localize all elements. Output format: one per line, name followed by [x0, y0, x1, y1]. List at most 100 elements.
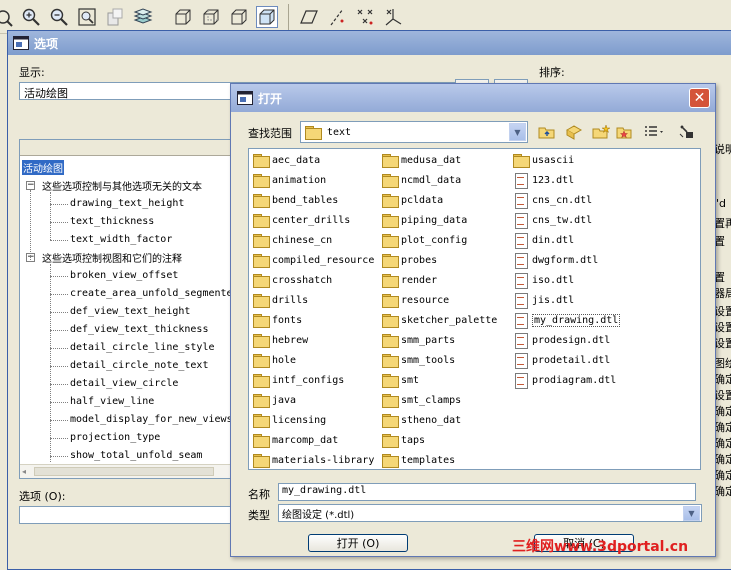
- file-item[interactable]: prodesign.dtl: [513, 331, 610, 349]
- file-item[interactable]: prodetail.dtl: [513, 351, 610, 369]
- folder-item[interactable]: ncmdl_data: [382, 171, 461, 189]
- folder-item[interactable]: smt_clamps: [382, 391, 461, 409]
- folder-item[interactable]: pcldata: [382, 191, 443, 209]
- folder-item[interactable]: center_drills: [253, 211, 350, 229]
- tree-item[interactable]: text_thickness: [70, 216, 154, 227]
- folder-item[interactable]: taps: [382, 431, 425, 449]
- folder-item[interactable]: materials-library: [253, 451, 374, 469]
- folder-item[interactable]: chinese_cn: [253, 231, 332, 249]
- file-name: usascii: [532, 154, 575, 166]
- folder-item[interactable]: bend_tables: [253, 191, 338, 209]
- folder-item[interactable]: smm_parts: [382, 331, 455, 349]
- folder-item[interactable]: usascii: [513, 151, 574, 169]
- coordinate-system-icon[interactable]: [382, 6, 404, 28]
- folder-item[interactable]: crosshatch: [253, 271, 332, 289]
- tree-item[interactable]: broken_view_offset: [70, 270, 178, 281]
- folder-item[interactable]: intf_configs: [253, 371, 344, 389]
- folder-item[interactable]: aec_data: [253, 151, 320, 169]
- file-item[interactable]: jis.dtl: [513, 291, 574, 309]
- folder-item[interactable]: sketcher_palette: [382, 311, 497, 329]
- file-item[interactable]: dwgform.dtl: [513, 251, 598, 269]
- folder-item[interactable]: smm_tools: [382, 351, 455, 369]
- folder-item[interactable]: resource: [382, 291, 449, 309]
- folder-icon: [253, 273, 270, 288]
- option-input[interactable]: [19, 506, 234, 524]
- scroll-left-arrow-icon[interactable]: ◂: [22, 467, 32, 476]
- folder-item[interactable]: hole: [253, 351, 296, 369]
- file-item[interactable]: my_drawing.dtl: [513, 311, 621, 329]
- open-button[interactable]: 打开 (O): [308, 534, 408, 552]
- tree-item[interactable]: detail_circle_note_text: [70, 360, 208, 371]
- folder-item[interactable]: hebrew: [253, 331, 308, 349]
- folder-item[interactable]: templates: [382, 451, 455, 469]
- file-icon: [513, 173, 529, 189]
- tree-item[interactable]: show_total_unfold_seam: [70, 450, 202, 461]
- folder-item[interactable]: medusa_dat: [382, 151, 461, 169]
- folder-item[interactable]: probes: [382, 251, 437, 269]
- shading-icon[interactable]: [256, 6, 278, 28]
- select-icon[interactable]: [0, 6, 14, 28]
- folder-item[interactable]: marcomp_dat: [253, 431, 338, 449]
- tree-item[interactable]: model_display_for_new_views: [70, 414, 233, 425]
- datum-plane-icon[interactable]: [298, 6, 320, 28]
- layers-icon[interactable]: [132, 6, 154, 28]
- lookin-combo[interactable]: text ▼: [300, 121, 528, 143]
- folder-item[interactable]: compiled_resource: [253, 251, 374, 269]
- tree-group-views[interactable]: 这些选项控制视图和它们的注释: [42, 250, 182, 265]
- datum-point-icon[interactable]: [354, 6, 376, 28]
- folder-item[interactable]: drills: [253, 291, 308, 309]
- folder-item[interactable]: licensing: [253, 411, 326, 429]
- file-icon: [513, 373, 529, 389]
- tree-item[interactable]: def_view_text_thickness: [70, 324, 208, 335]
- tree-item[interactable]: drawing_text_height: [70, 198, 184, 209]
- close-button[interactable]: ✕: [689, 88, 710, 108]
- tree-group-text[interactable]: 这些选项控制与其他选项无关的文本: [42, 178, 202, 193]
- folder-item[interactable]: animation: [253, 171, 326, 189]
- file-item[interactable]: cns_cn.dtl: [513, 191, 592, 209]
- no-hidden-icon[interactable]: [228, 6, 250, 28]
- zoom-fit-icon[interactable]: [76, 6, 98, 28]
- up-folder-icon[interactable]: [537, 123, 557, 141]
- hidden-line-icon[interactable]: [200, 6, 222, 28]
- folder-icon: [253, 353, 270, 368]
- tree-item[interactable]: half_view_line: [70, 396, 154, 407]
- folder-item[interactable]: stheno_dat: [382, 411, 461, 429]
- tree-item[interactable]: detail_circle_line_style: [70, 342, 215, 353]
- tree-hscroll-thumb[interactable]: [34, 467, 214, 476]
- tree-item[interactable]: create_area_unfold_segmented: [70, 288, 239, 299]
- filename-input[interactable]: my_drawing.dtl: [278, 483, 696, 501]
- tree-item[interactable]: text_width_factor: [70, 234, 172, 245]
- zoom-in-icon[interactable]: [20, 6, 42, 28]
- tools-icon[interactable]: [677, 123, 697, 141]
- tree-root[interactable]: 活动绘图: [22, 160, 64, 175]
- wireframe-icon[interactable]: [172, 6, 194, 28]
- folder-item[interactable]: smt: [382, 371, 419, 389]
- tree-horizontal-scrollbar[interactable]: ◂: [20, 464, 250, 478]
- tree-item[interactable]: projection_type: [70, 432, 160, 443]
- repaint-icon[interactable]: [104, 6, 126, 28]
- desktop-icon[interactable]: [564, 123, 584, 141]
- folder-item[interactable]: render: [382, 271, 437, 289]
- collapse-icon[interactable]: −: [26, 181, 35, 190]
- file-item[interactable]: iso.dtl: [513, 271, 574, 289]
- datum-axis-icon[interactable]: [326, 6, 348, 28]
- view-menu-icon[interactable]: [642, 123, 668, 141]
- options-tree[interactable]: 活动绘图 − 这些选项控制与其他选项无关的文本 drawing_text_heig…: [19, 139, 251, 479]
- filetype-combo[interactable]: 绘图设定 (*.dtl) ▼: [278, 504, 702, 522]
- folder-item[interactable]: piping_data: [382, 211, 467, 229]
- tree-item[interactable]: def_view_text_height: [70, 306, 190, 317]
- chevron-down-icon[interactable]: ▼: [509, 123, 526, 141]
- tree-item[interactable]: detail_view_circle: [70, 378, 178, 389]
- folder-item[interactable]: plot_config: [382, 231, 467, 249]
- file-list[interactable]: aec_data animation bend_tables center_dr…: [248, 148, 701, 470]
- zoom-out-icon[interactable]: [48, 6, 70, 28]
- file-item[interactable]: cns_tw.dtl: [513, 211, 592, 229]
- folder-item[interactable]: fonts: [253, 311, 302, 329]
- file-item[interactable]: din.dtl: [513, 231, 574, 249]
- file-item[interactable]: prodiagram.dtl: [513, 371, 616, 389]
- favorites-icon[interactable]: [614, 123, 634, 141]
- chevron-down-icon[interactable]: ▼: [683, 506, 700, 521]
- file-item[interactable]: 123.dtl: [513, 171, 574, 189]
- folder-item[interactable]: java: [253, 391, 296, 409]
- new-folder-icon[interactable]: [591, 123, 611, 141]
